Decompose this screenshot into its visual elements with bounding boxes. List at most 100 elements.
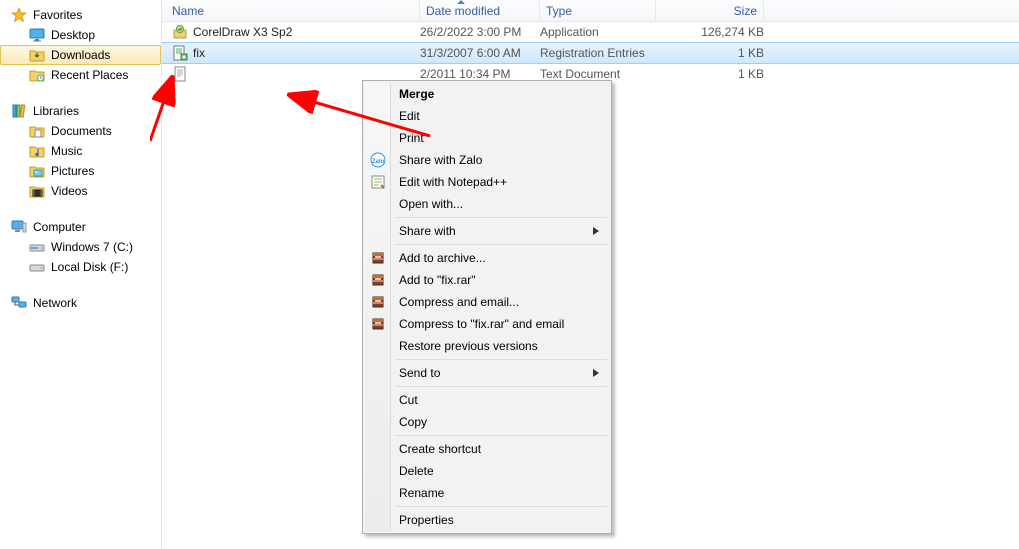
nav-label: Desktop xyxy=(51,28,95,42)
context-menu-item[interactable]: Rename xyxy=(365,482,609,504)
context-menu-item-label: Edit xyxy=(399,109,420,123)
context-menu-separator xyxy=(395,217,607,218)
file-size: 1 KB xyxy=(656,67,764,81)
context-menu-item-label: Send to xyxy=(399,366,440,380)
context-menu-item-label: Delete xyxy=(399,464,434,478)
file-date: 2/2011 10:34 PM xyxy=(420,67,540,81)
context-menu-item[interactable]: Properties xyxy=(365,509,609,531)
context-menu-item[interactable]: Open with... xyxy=(365,193,609,215)
file-name: fix xyxy=(193,46,205,60)
file-icon xyxy=(172,24,188,40)
context-menu-separator xyxy=(395,435,607,436)
context-menu-item[interactable]: Restore previous versions xyxy=(365,335,609,357)
nav-desktop[interactable]: Desktop xyxy=(0,25,161,45)
music-icon xyxy=(29,143,45,159)
submenu-arrow-icon xyxy=(593,227,599,235)
context-menu-item[interactable]: Edit xyxy=(365,105,609,127)
nav-favorites[interactable]: Favorites xyxy=(0,5,161,25)
nav-network[interactable]: Network xyxy=(0,293,161,313)
svg-text:Zalo: Zalo xyxy=(372,159,385,165)
context-menu-item-label: Add to archive... xyxy=(399,251,486,265)
file-row[interactable]: CorelDraw X3 Sp2 26/2/2022 3:00 PMApplica… xyxy=(162,22,1019,42)
file-type: Application xyxy=(540,25,656,39)
context-menu-item[interactable]: Delete xyxy=(365,460,609,482)
submenu-arrow-icon xyxy=(593,369,599,377)
star-icon xyxy=(11,7,27,23)
nav-label: Favorites xyxy=(33,8,82,22)
context-menu-item[interactable]: Compress and email... xyxy=(365,291,609,313)
nav-group-network: Network xyxy=(0,293,161,313)
zalo-icon: Zalo xyxy=(369,152,387,168)
nav-label: Computer xyxy=(33,220,86,234)
file-date: 26/2/2022 3:00 PM xyxy=(420,25,540,39)
nav-label: Libraries xyxy=(33,104,79,118)
nav-label: Documents xyxy=(51,124,112,138)
file-icon xyxy=(172,45,188,61)
context-menu-item[interactable]: Add to archive... xyxy=(365,247,609,269)
file-type: Text Document xyxy=(540,67,656,81)
context-menu-separator xyxy=(395,244,607,245)
context-menu-item[interactable]: Merge xyxy=(365,83,609,105)
computer-icon xyxy=(11,219,27,235)
nav-label: Recent Places xyxy=(51,68,128,82)
network-icon xyxy=(11,295,27,311)
context-menu-item-label: Share with Zalo xyxy=(399,153,482,167)
file-name: CorelDraw X3 Sp2 xyxy=(193,25,292,39)
context-menu-item[interactable]: Zalo Share with Zalo xyxy=(365,149,609,171)
context-menu-separator xyxy=(395,506,607,507)
context-menu-item-label: Merge xyxy=(399,87,434,101)
videos-icon xyxy=(29,183,45,199)
rar-icon xyxy=(369,250,387,266)
nav-label: Pictures xyxy=(51,164,94,178)
drive-icon xyxy=(29,259,45,275)
nav-documents[interactable]: Documents xyxy=(0,121,161,141)
column-header-type[interactable]: Type xyxy=(540,0,656,21)
nav-music[interactable]: Music xyxy=(0,141,161,161)
documents-icon xyxy=(29,123,45,139)
folder-recent-icon xyxy=(29,67,45,83)
context-menu-item[interactable]: Cut xyxy=(365,389,609,411)
context-menu-item[interactable]: Add to "fix.rar" xyxy=(365,269,609,291)
context-menu-item-label: Create shortcut xyxy=(399,442,481,456)
file-size: 1 KB xyxy=(656,46,764,60)
rar-icon xyxy=(369,294,387,310)
context-menu-item-label: Add to "fix.rar" xyxy=(399,273,476,287)
context-menu-item[interactable]: Print xyxy=(365,127,609,149)
context-menu-item[interactable]: Edit with Notepad++ xyxy=(365,171,609,193)
nav-recent-places[interactable]: Recent Places xyxy=(0,65,161,85)
nav-computer[interactable]: Computer xyxy=(0,217,161,237)
column-header-date[interactable]: Date modified xyxy=(420,0,540,21)
context-menu-item-label: Open with... xyxy=(399,197,463,211)
context-menu-item-label: Share with xyxy=(399,224,456,238)
context-menu-item[interactable]: Copy xyxy=(365,411,609,433)
nav-drive-c[interactable]: Windows 7 (C:) xyxy=(0,237,161,257)
nav-label: Local Disk (F:) xyxy=(51,260,128,274)
file-type: Registration Entries xyxy=(540,46,656,60)
nav-label: Music xyxy=(51,144,82,158)
nav-drive-f[interactable]: Local Disk (F:) xyxy=(0,257,161,277)
context-menu-item[interactable]: Share with xyxy=(365,220,609,242)
context-menu: Merge Edit Print Zalo Share with Zalo Edit wi… xyxy=(362,80,612,534)
context-menu-item-label: Properties xyxy=(399,513,454,527)
file-date: 31/3/2007 6:00 AM xyxy=(420,46,540,60)
column-header-name[interactable]: Name xyxy=(162,0,420,21)
nav-pictures[interactable]: Pictures xyxy=(0,161,161,181)
context-menu-item[interactable]: Send to xyxy=(365,362,609,384)
nav-group-libraries: Libraries Documents Music Pictures xyxy=(0,101,161,201)
context-menu-item-label: Cut xyxy=(399,393,418,407)
nav-group-favorites: Favorites Desktop Downloads Recent Place… xyxy=(0,5,161,85)
context-menu-item-label: Copy xyxy=(399,415,427,429)
file-rows: CorelDraw X3 Sp2 26/2/2022 3:00 PMApplica… xyxy=(162,22,1019,84)
nav-videos[interactable]: Videos xyxy=(0,181,161,201)
column-header-size[interactable]: Size xyxy=(656,0,764,21)
file-list-pane: Name Date modified Type Size CorelDraw X… xyxy=(162,0,1019,549)
file-row[interactable]: fix 31/3/2007 6:00 AMRegistration Entries… xyxy=(162,42,1019,64)
context-menu-item-label: Print xyxy=(399,131,424,145)
nav-libraries[interactable]: Libraries xyxy=(0,101,161,121)
rar-icon xyxy=(369,272,387,288)
context-menu-item-label: Edit with Notepad++ xyxy=(399,175,507,189)
context-menu-item[interactable]: Create shortcut xyxy=(365,438,609,460)
nav-downloads[interactable]: Downloads xyxy=(0,45,161,65)
context-menu-item[interactable]: Compress to "fix.rar" and email xyxy=(365,313,609,335)
context-menu-item-label: Compress to "fix.rar" and email xyxy=(399,317,564,331)
